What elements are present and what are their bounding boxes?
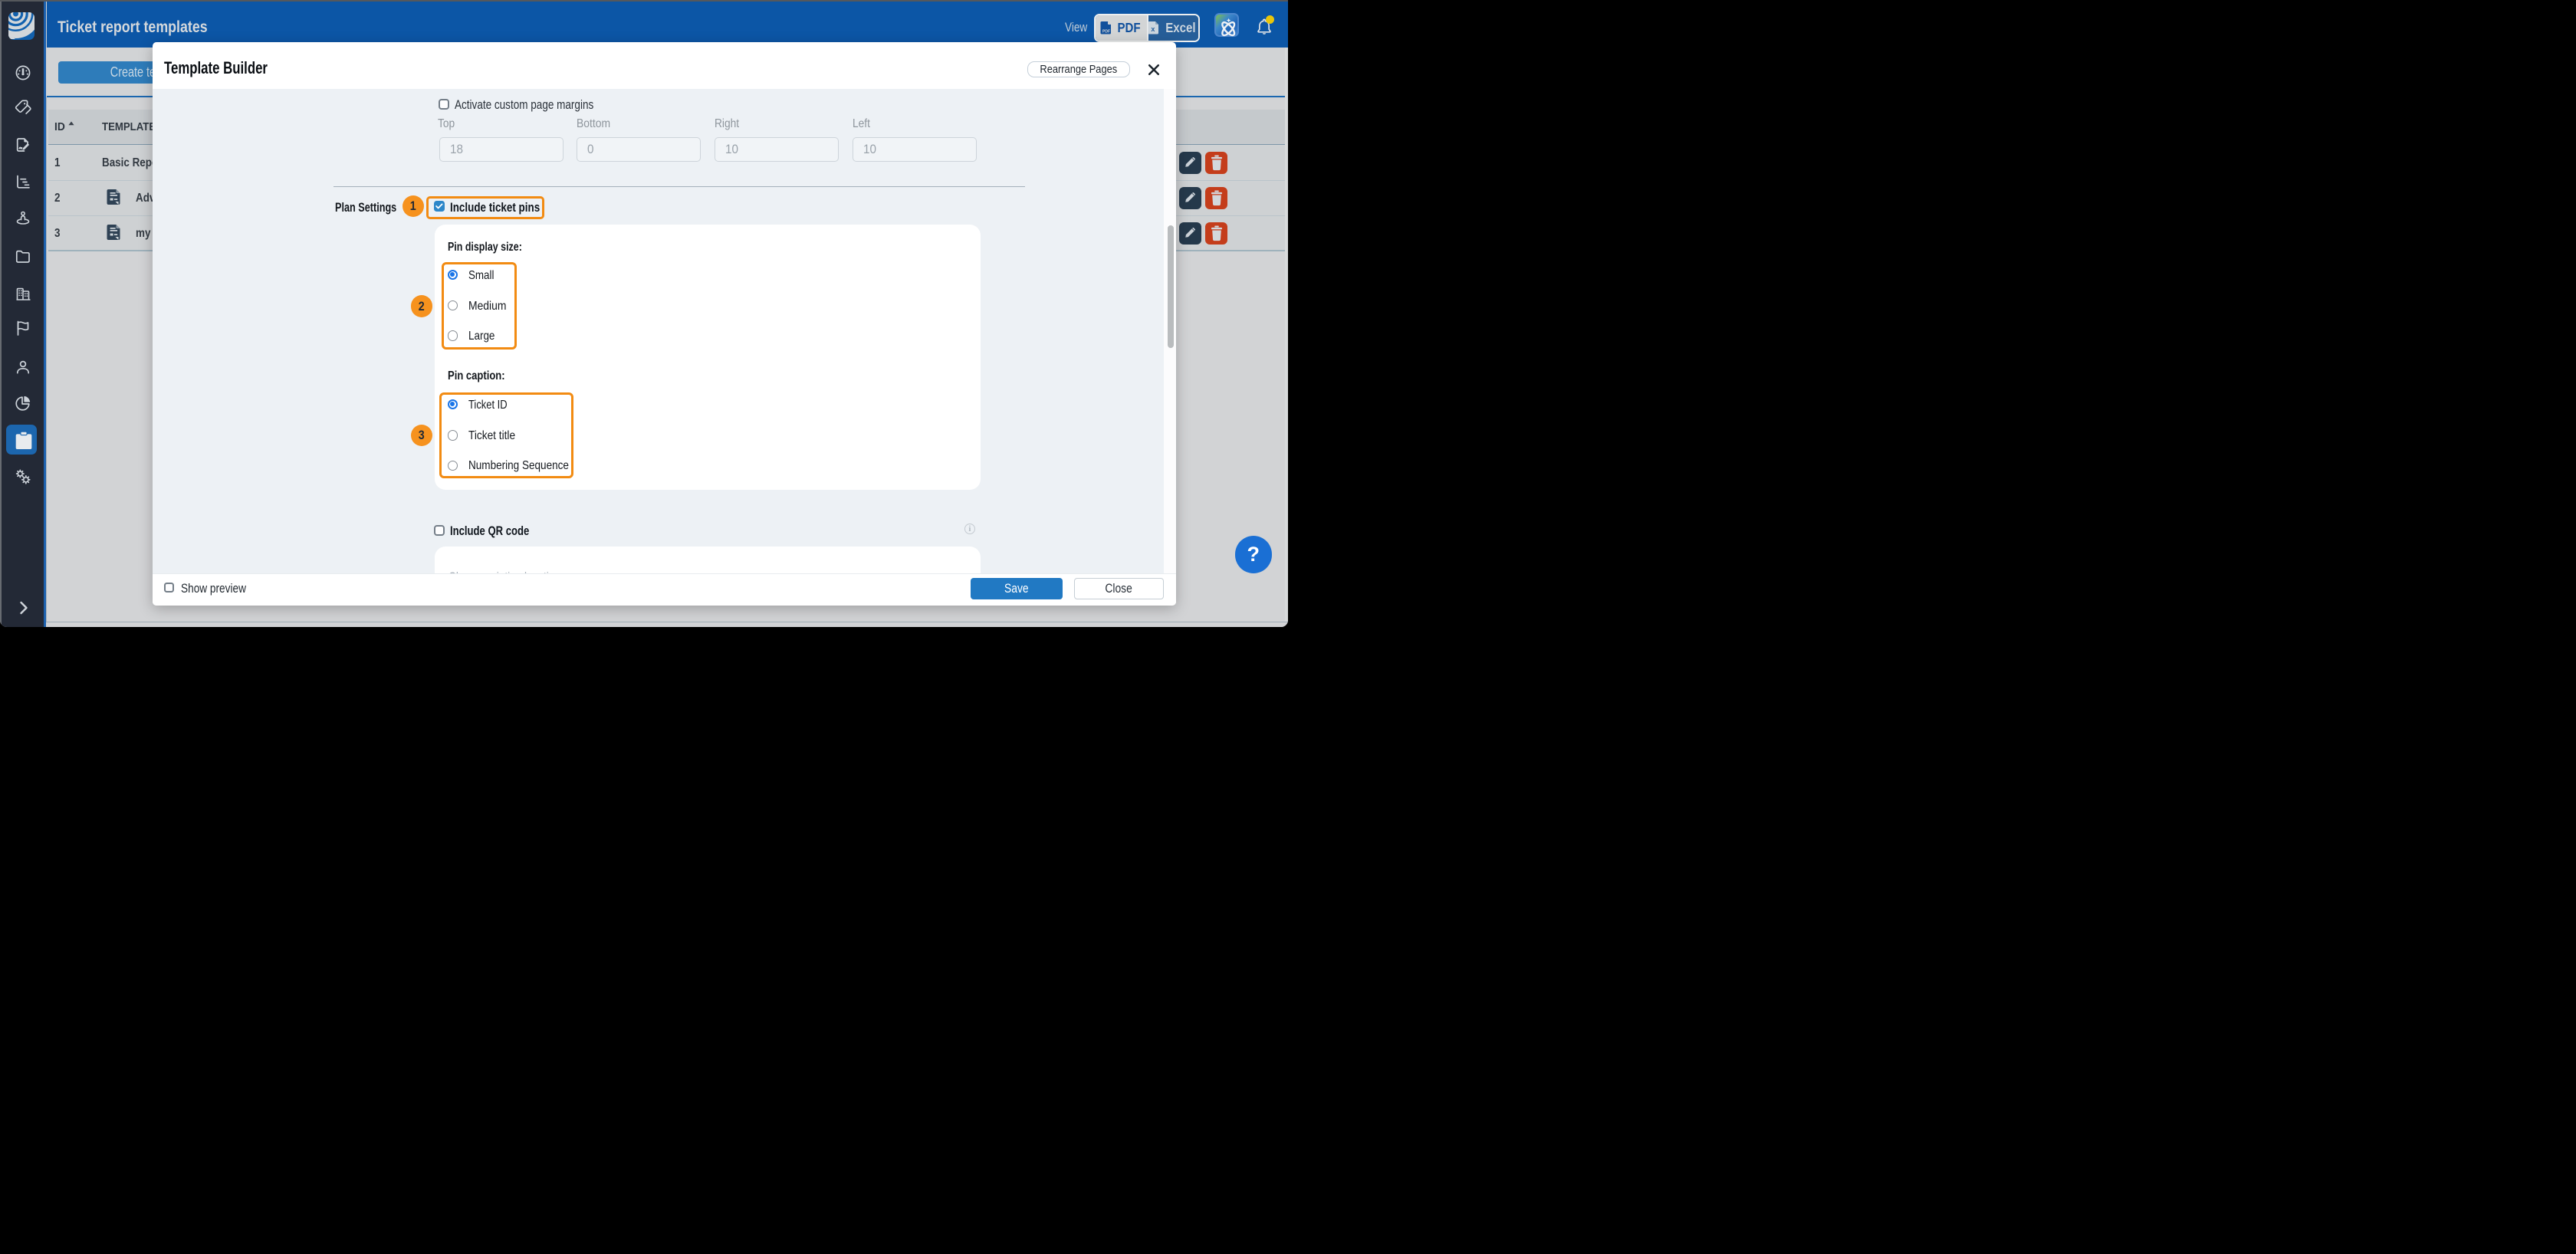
svg-text:x: x xyxy=(1152,25,1155,33)
svg-text:PDF: PDF xyxy=(1102,29,1110,34)
